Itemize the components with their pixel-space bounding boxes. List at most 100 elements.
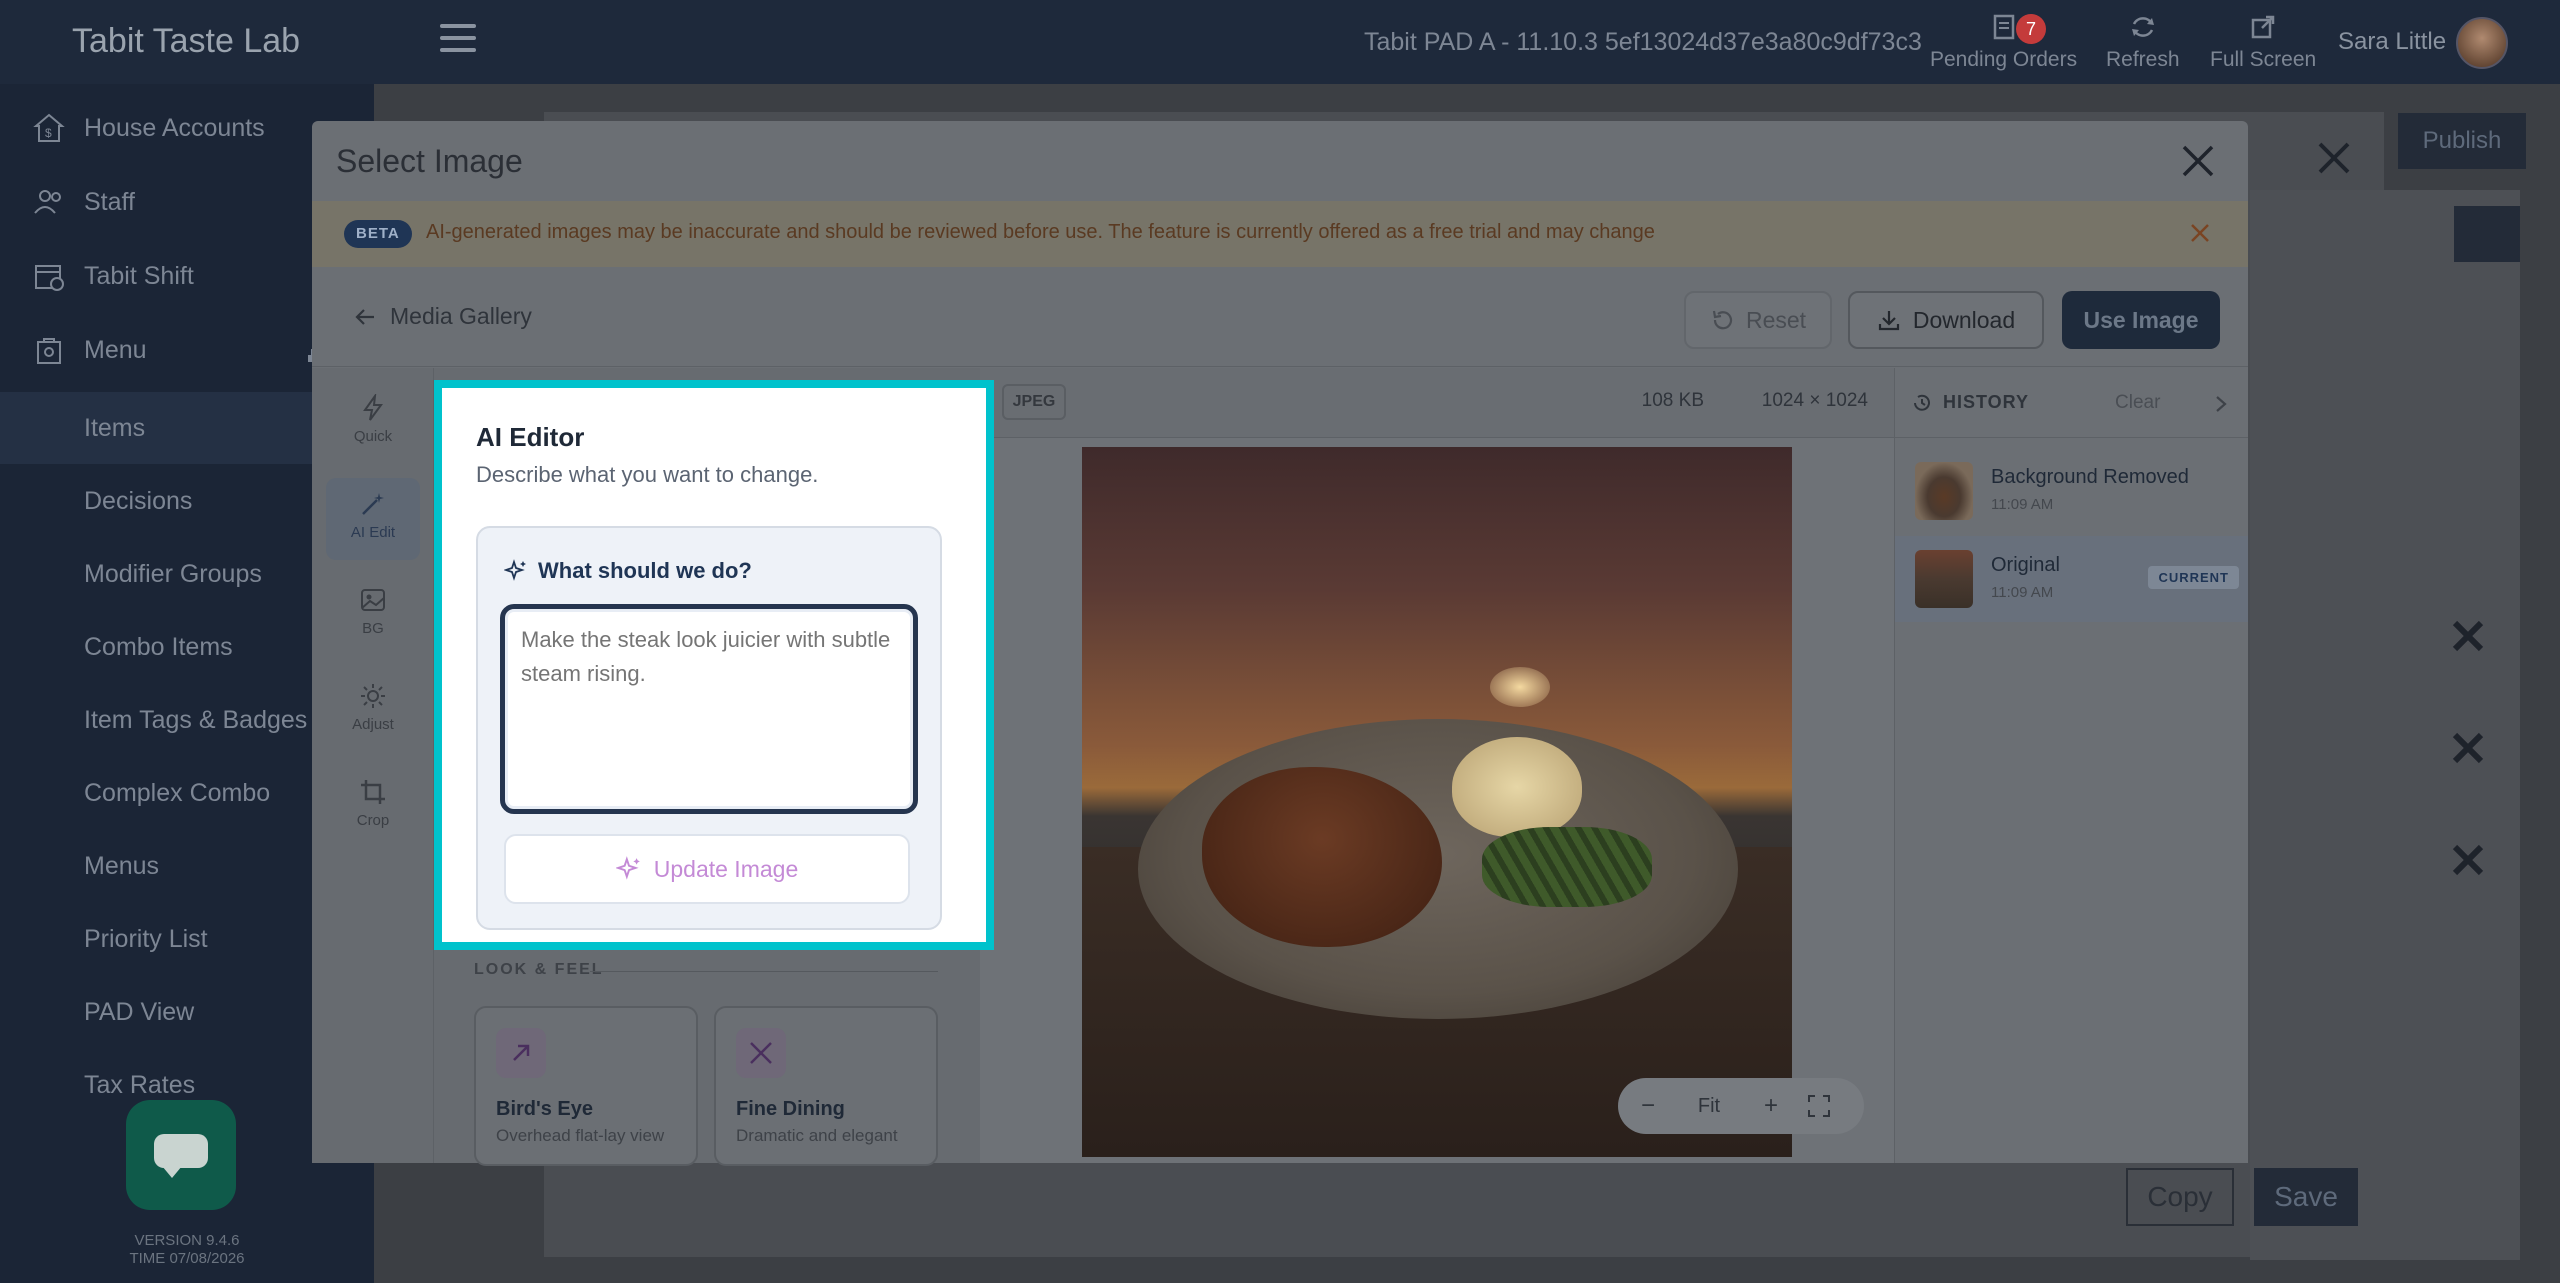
remove-icon[interactable] bbox=[2450, 842, 2486, 878]
hamburger-menu-icon[interactable] bbox=[440, 24, 476, 56]
canvas-header: JPEG 108 KB 1024 × 1024 bbox=[980, 368, 1894, 438]
tool-rail: Quick AI Edit BG Adjust Crop bbox=[312, 368, 434, 1163]
history-item-current[interactable]: Original 11:09 AM CURRENT bbox=[1895, 536, 2248, 622]
drone-icon bbox=[496, 1028, 546, 1078]
history-item-time: 11:09 AM bbox=[1991, 584, 2054, 601]
tool-label: Crop bbox=[356, 812, 390, 829]
pending-orders-label: Pending Orders bbox=[1930, 48, 2078, 71]
fullscreen-icon bbox=[2251, 15, 2275, 39]
zoom-out-icon[interactable]: − bbox=[1618, 1092, 1678, 1120]
history-thumbnail bbox=[1915, 462, 1973, 520]
sidebar-item-label: Staff bbox=[84, 187, 135, 216]
sidebar-sub-label: Decisions bbox=[84, 486, 193, 515]
tool-label: Adjust bbox=[352, 716, 394, 733]
ai-editor-title: AI Editor bbox=[476, 422, 585, 452]
look-card-desc: Dramatic and elegant bbox=[736, 1126, 898, 1145]
sidebar-sub-label: Priority List bbox=[84, 924, 208, 953]
tool-ai-edit[interactable]: AI Edit bbox=[326, 478, 420, 560]
look-card-fine-dining[interactable]: Fine Dining Dramatic and elegant bbox=[714, 1006, 938, 1166]
sparkle-icon bbox=[504, 559, 526, 581]
receipt-icon bbox=[1993, 14, 2014, 40]
refresh-icon bbox=[2131, 17, 2154, 37]
avatar[interactable] bbox=[2456, 17, 2508, 69]
modal-title: Select Image bbox=[336, 143, 523, 179]
expand-icon[interactable] bbox=[1806, 1093, 1832, 1119]
sidebar-item-label: House Accounts bbox=[84, 113, 265, 142]
close-icon[interactable] bbox=[2178, 141, 2218, 181]
brand-title: Tabit Taste Lab bbox=[72, 22, 301, 60]
copy-button[interactable]: Copy bbox=[2126, 1168, 2234, 1226]
house-dollar-icon: $ bbox=[33, 113, 65, 142]
sidebar-sub-label: PAD View bbox=[84, 997, 195, 1026]
sidebar-sub-label: Modifier Groups bbox=[84, 559, 262, 588]
edit-pencil-button[interactable] bbox=[2454, 206, 2520, 262]
undo-icon bbox=[1712, 310, 1733, 330]
look-card-title: Bird's Eye bbox=[496, 1098, 594, 1120]
close-editor-icon[interactable] bbox=[2314, 138, 2354, 178]
user-name[interactable]: Sara Little bbox=[2338, 28, 2446, 56]
ai-editor-highlight: AI Editor Describe what you want to chan… bbox=[434, 380, 994, 950]
sun-icon bbox=[361, 684, 385, 708]
history-item-label: Background Removed bbox=[1991, 466, 2189, 488]
sparkle-icon bbox=[615, 856, 640, 880]
look-card-title: Fine Dining bbox=[736, 1098, 845, 1120]
zoom-controls: − Fit + bbox=[1618, 1078, 1864, 1134]
prompt-card-title: What should we do? bbox=[538, 558, 752, 583]
time-label: TIME 07/08/2026 bbox=[129, 1250, 245, 1267]
refresh-button[interactable]: Refresh bbox=[2106, 12, 2180, 72]
history-item[interactable]: Background Removed 11:09 AM bbox=[1895, 448, 2248, 534]
ai-prompt-input[interactable] bbox=[500, 604, 918, 814]
beta-notice: BETA AI-generated images may be inaccura… bbox=[312, 201, 2248, 267]
history-header: HISTORY Clear bbox=[1895, 368, 2248, 438]
remove-icon[interactable] bbox=[2450, 618, 2486, 654]
tool-crop[interactable]: Crop bbox=[326, 766, 420, 848]
download-button[interactable]: Download bbox=[1848, 291, 2044, 349]
remove-icon[interactable] bbox=[2450, 730, 2486, 766]
chevron-right-icon[interactable] bbox=[2213, 394, 2229, 414]
sidebar-sub-label: Combo Items bbox=[84, 632, 233, 661]
tool-quick[interactable]: Quick bbox=[326, 382, 420, 464]
pending-orders-button[interactable]: Pending Orders 7 bbox=[1930, 12, 2077, 72]
dismiss-notice-icon[interactable] bbox=[2188, 221, 2212, 245]
tool-label: AI Edit bbox=[350, 524, 396, 541]
sidebar-sub-label: Items bbox=[84, 413, 146, 442]
top-bar: Tabit Taste Lab Tabit PAD A - 11.10.3 5e… bbox=[0, 0, 2560, 84]
save-button[interactable]: Save bbox=[2254, 1168, 2358, 1226]
photo-green-beans bbox=[1482, 827, 1652, 907]
zoom-fit-button[interactable]: Fit bbox=[1678, 1095, 1740, 1118]
sidebar-item-label: Menu bbox=[84, 335, 147, 364]
ai-prompt-card: What should we do? Update Image bbox=[476, 526, 942, 930]
image-icon bbox=[361, 589, 385, 611]
utensils-icon bbox=[736, 1028, 786, 1078]
reset-button[interactable]: Reset bbox=[1684, 291, 1832, 349]
tool-label: BG bbox=[362, 620, 384, 637]
prompt-card-header: What should we do? bbox=[504, 558, 752, 584]
ai-editor-subtitle: Describe what you want to change. bbox=[476, 462, 819, 487]
publish-button[interactable]: Publish bbox=[2398, 113, 2526, 169]
tool-adjust[interactable]: Adjust bbox=[326, 670, 420, 752]
history-thumbnail bbox=[1915, 550, 1973, 608]
fullscreen-button[interactable]: Full Screen bbox=[2210, 12, 2316, 72]
history-clear-button[interactable]: Clear bbox=[2115, 392, 2160, 414]
menu-bag-icon bbox=[37, 338, 61, 364]
tool-bg[interactable]: BG bbox=[326, 574, 420, 656]
chat-support-button[interactable] bbox=[126, 1100, 236, 1210]
look-card-desc: Overhead flat-lay view bbox=[496, 1126, 665, 1145]
current-badge: CURRENT bbox=[2148, 566, 2239, 589]
refresh-label: Refresh bbox=[2106, 48, 2180, 71]
staff-icon bbox=[34, 190, 61, 214]
zoom-in-icon[interactable]: + bbox=[1740, 1092, 1802, 1120]
use-image-button[interactable]: Use Image bbox=[2062, 291, 2220, 349]
look-card-birds-eye[interactable]: Bird's Eye Overhead flat-lay view bbox=[474, 1006, 698, 1166]
look-and-feel-label: LOOK & FEEL bbox=[474, 961, 604, 978]
download-label: Download bbox=[1912, 306, 2016, 333]
food-photo bbox=[1082, 447, 1792, 1157]
photo-mashed-potatoes bbox=[1452, 737, 1582, 837]
update-image-button[interactable]: Update Image bbox=[504, 834, 910, 904]
editor-toolbar: Media Gallery Reset Download Use Image bbox=[312, 267, 2248, 367]
sidebar-item-label: Tabit Shift bbox=[84, 261, 194, 290]
back-to-gallery-link[interactable]: Media Gallery bbox=[354, 303, 532, 330]
magic-wand-icon bbox=[362, 493, 384, 515]
calendar-icon bbox=[35, 265, 64, 291]
tool-label: Quick bbox=[353, 428, 393, 445]
